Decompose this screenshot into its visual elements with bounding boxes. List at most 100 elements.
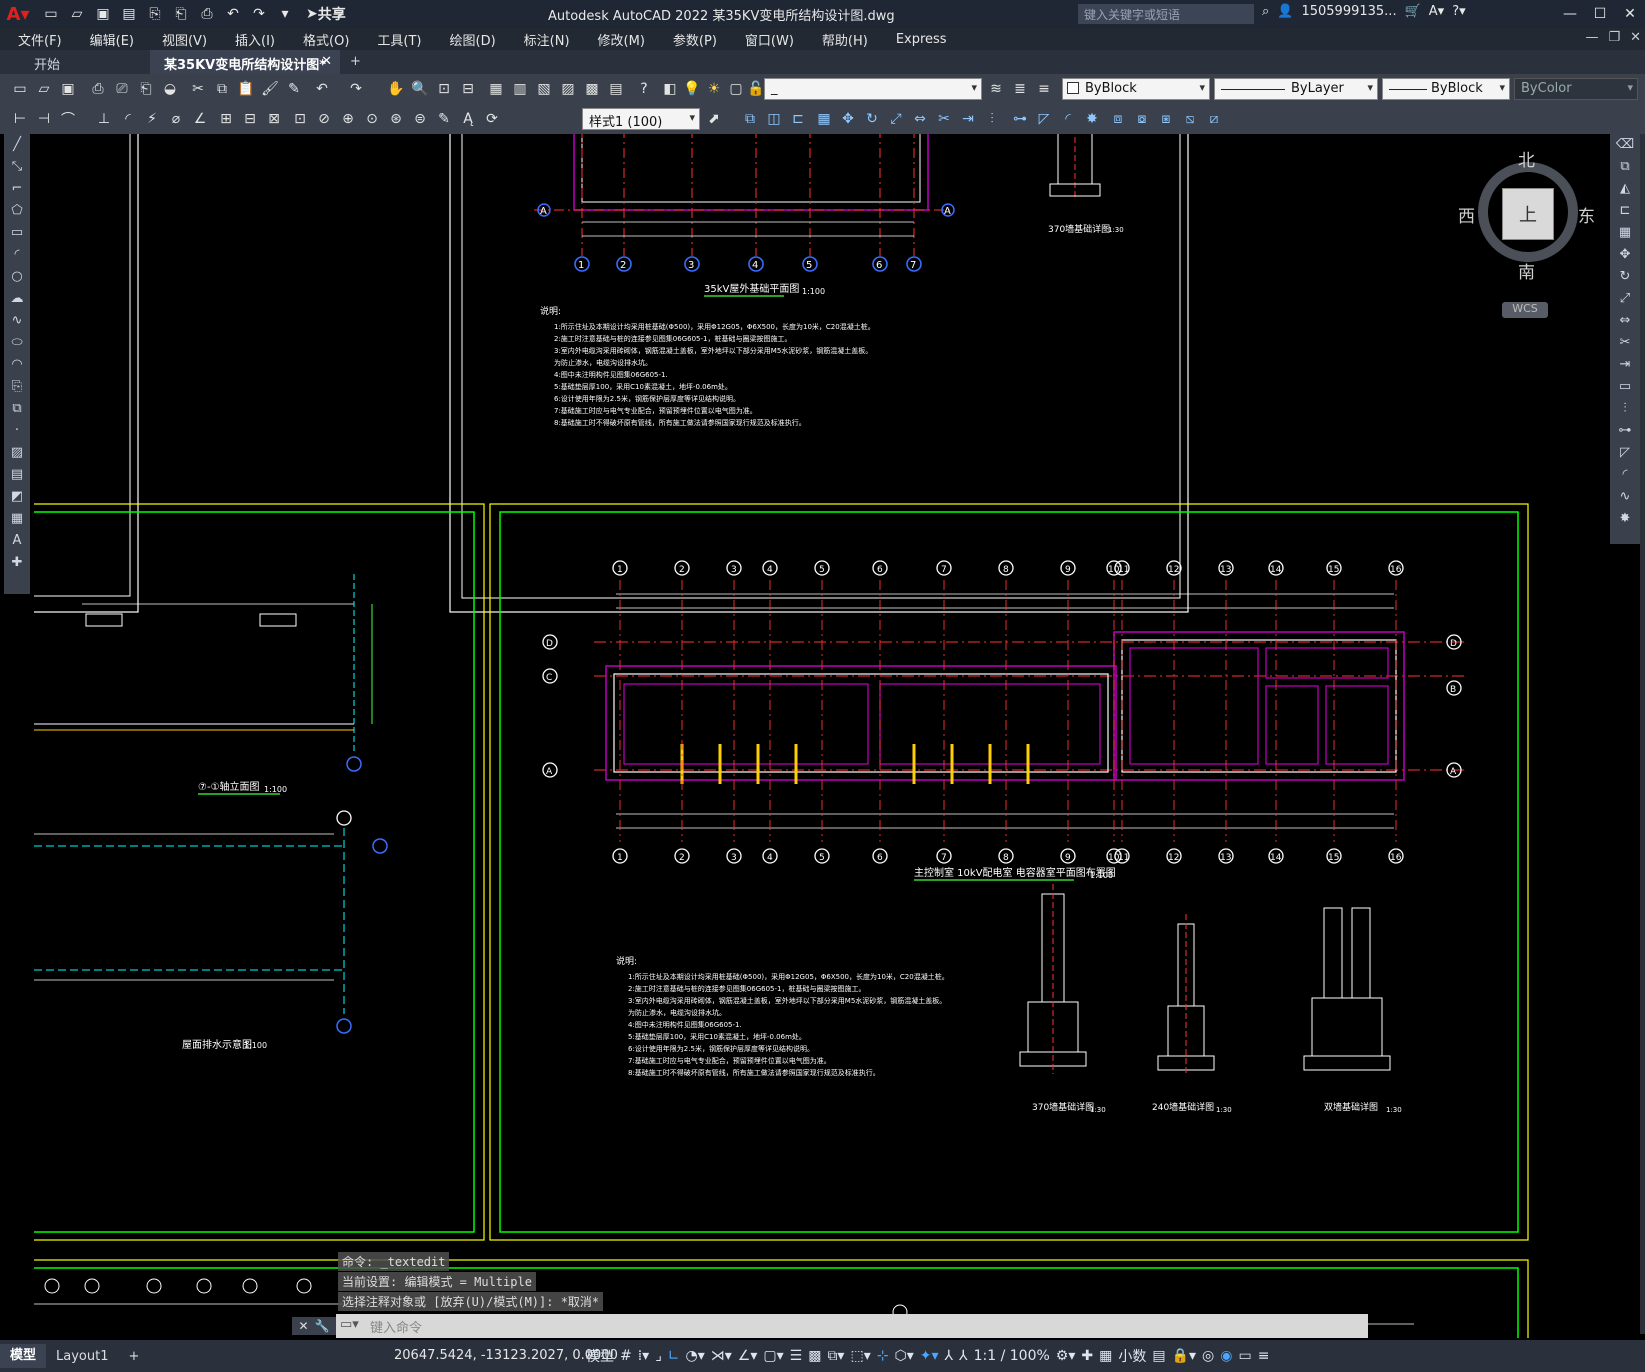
command-line[interactable]: ✕ 🔧 ▭▾ 键入命令: [292, 1314, 1368, 1338]
menu-format[interactable]: 格式(O): [303, 30, 349, 49]
autocad-logo[interactable]: A▾: [0, 0, 36, 28]
doc-restore-icon[interactable]: ❐: [1608, 30, 1620, 45]
annotation-scale[interactable]: 1:1 / 100%: [974, 1348, 1050, 1364]
zoom-realtime-icon[interactable]: 🔍: [410, 79, 430, 99]
markup-icon[interactable]: ▩: [582, 79, 602, 99]
tab-close-icon[interactable]: ✕: [321, 54, 332, 69]
menu-modify[interactable]: 修改(M): [598, 30, 645, 49]
layer-states-icon[interactable]: ≡: [1034, 79, 1054, 99]
arc-icon[interactable]: ◜: [4, 244, 30, 266]
bring-front-icon[interactable]: ⧇: [1132, 109, 1152, 129]
save-as-icon[interactable]: ▤: [118, 3, 140, 25]
dim-quick-icon[interactable]: ⊞: [216, 109, 236, 129]
dim-diameter-icon[interactable]: ⌀: [166, 109, 186, 129]
auto-scale-icon[interactable]: ⅄: [959, 1348, 968, 1364]
new-tab-button[interactable]: +: [340, 50, 371, 74]
construction-line-icon[interactable]: ⤡: [4, 156, 30, 178]
wcs-menu[interactable]: WCS: [1502, 302, 1548, 318]
3dprint-icon[interactable]: ◒: [160, 79, 180, 99]
tab-start[interactable]: 开始: [0, 50, 150, 74]
save-web-icon[interactable]: ⎗: [170, 3, 192, 25]
plot-icon[interactable]: ⎙: [88, 79, 108, 99]
menu-edit[interactable]: 编辑(E): [90, 30, 134, 49]
block-editor-icon[interactable]: ✎: [284, 79, 304, 99]
stretch-icon[interactable]: ⇔: [910, 109, 930, 129]
rotate-icon[interactable]: ↻: [862, 109, 882, 129]
tolerance-icon[interactable]: ⊕: [338, 109, 358, 129]
cmd-prompt-icon[interactable]: ▭▾: [340, 1317, 359, 1332]
erase-icon[interactable]: ⌫: [1610, 134, 1640, 156]
open-icon[interactable]: ▱: [66, 3, 88, 25]
join-icon[interactable]: ⊶: [1010, 109, 1030, 129]
circle-icon[interactable]: ○: [4, 266, 30, 288]
vertical-scrollbar[interactable]: [1640, 134, 1645, 1334]
zoom-previous-icon[interactable]: ⊟: [458, 79, 478, 99]
dim-edit-icon[interactable]: ✎: [434, 109, 454, 129]
dim-break-icon[interactable]: ⊘: [314, 109, 334, 129]
mtext-icon[interactable]: A: [4, 530, 30, 552]
make-current-icon[interactable]: ≋: [986, 79, 1006, 99]
line-icon[interactable]: ╱: [4, 134, 30, 156]
polar-icon[interactable]: ◔▾: [686, 1348, 705, 1364]
dyn-ucs-icon[interactable]: ⊹: [877, 1348, 889, 1364]
tool-palettes-icon[interactable]: ▧: [534, 79, 554, 99]
menu-window[interactable]: 窗口(W): [745, 30, 794, 49]
mirror-icon[interactable]: ◫: [764, 109, 784, 129]
polyline-icon[interactable]: ⌐: [4, 178, 30, 200]
dim-style-manager-icon[interactable]: ⬈: [704, 109, 724, 129]
r-chamfer-icon[interactable]: ◸: [1610, 442, 1640, 464]
dim-space-icon[interactable]: ⊡: [290, 109, 310, 129]
tab-active-drawing[interactable]: 某35KV变电所结构设计图* ✕: [150, 50, 340, 74]
sun-icon[interactable]: ☀: [704, 79, 724, 99]
gradient-icon[interactable]: ▤: [4, 464, 30, 486]
r-break-point-icon[interactable]: ▭: [1610, 376, 1640, 398]
r-fillet-icon[interactable]: ◜: [1610, 464, 1640, 486]
lock-ui-icon[interactable]: 🔒▾: [1172, 1348, 1196, 1364]
lock-icon[interactable]: 🔓: [746, 79, 766, 99]
menu-express[interactable]: Express: [896, 32, 947, 47]
dim-radius-icon[interactable]: ◜: [118, 109, 138, 129]
menu-dimension[interactable]: 标注(N): [524, 30, 570, 49]
compass-east[interactable]: 东: [1578, 202, 1595, 227]
jog-line-icon[interactable]: ⊜: [410, 109, 430, 129]
r-rotate-icon[interactable]: ↻: [1610, 266, 1640, 288]
r-trim-icon[interactable]: ✂: [1610, 332, 1640, 354]
linetype-dropdown[interactable]: ByLayer ▾: [1214, 78, 1378, 100]
osnap-tracking-icon[interactable]: ∠▾: [738, 1348, 758, 1364]
viewcube-top-face[interactable]: 上: [1502, 188, 1554, 240]
dim-style-dropdown[interactable]: 样式1 (100) ▾: [582, 108, 700, 130]
menu-file[interactable]: 文件(F): [18, 30, 62, 49]
menu-view[interactable]: 视图(V): [162, 30, 207, 49]
polygon-icon[interactable]: ⬠: [4, 200, 30, 222]
gizmo-icon[interactable]: ✦▾: [920, 1348, 939, 1364]
dim-aligned-icon[interactable]: ⊣: [34, 109, 54, 129]
open-file-icon[interactable]: ▱: [34, 79, 54, 99]
redo-icon[interactable]: ↷: [248, 3, 270, 25]
new-icon[interactable]: ▭: [40, 3, 62, 25]
add-layout-button[interactable]: +: [118, 1349, 149, 1364]
customize-cmd-icon[interactable]: 🔧: [315, 1319, 330, 1333]
layer-previous-icon[interactable]: ≣: [1010, 79, 1030, 99]
r-blend-icon[interactable]: ∿: [1610, 486, 1640, 508]
rectangle-icon[interactable]: ▭: [4, 222, 30, 244]
compass-north[interactable]: 北: [1518, 146, 1535, 171]
dim-continue-icon[interactable]: ⊠: [264, 109, 284, 129]
inspect-icon[interactable]: ⊛: [386, 109, 406, 129]
design-center-icon[interactable]: ▥: [510, 79, 530, 99]
transparency-icon[interactable]: ▩: [808, 1348, 821, 1364]
copy-obj-icon[interactable]: ⧉: [740, 109, 760, 129]
chamfer-icon[interactable]: ◸: [1034, 109, 1054, 129]
dim-arc-icon[interactable]: ⌒: [58, 109, 78, 129]
selection-cycle-icon[interactable]: ⧉▾: [827, 1348, 844, 1364]
r-break-icon[interactable]: ⫶: [1610, 398, 1640, 420]
maximize-button[interactable]: ☐: [1585, 0, 1615, 28]
menu-draw[interactable]: 绘图(D): [450, 30, 496, 49]
clean-screen-icon[interactable]: ▭: [1238, 1348, 1251, 1364]
r-extend-icon[interactable]: ⇥: [1610, 354, 1640, 376]
model-space-button[interactable]: 模型: [586, 1346, 614, 1366]
layer-dropdown[interactable]: _ ▾: [764, 78, 982, 100]
region-icon[interactable]: ◩: [4, 486, 30, 508]
units-value[interactable]: 小数: [1118, 1346, 1146, 1366]
hardware-accel-icon[interactable]: ◉: [1220, 1348, 1232, 1364]
r-join-icon[interactable]: ⊶: [1610, 420, 1640, 442]
